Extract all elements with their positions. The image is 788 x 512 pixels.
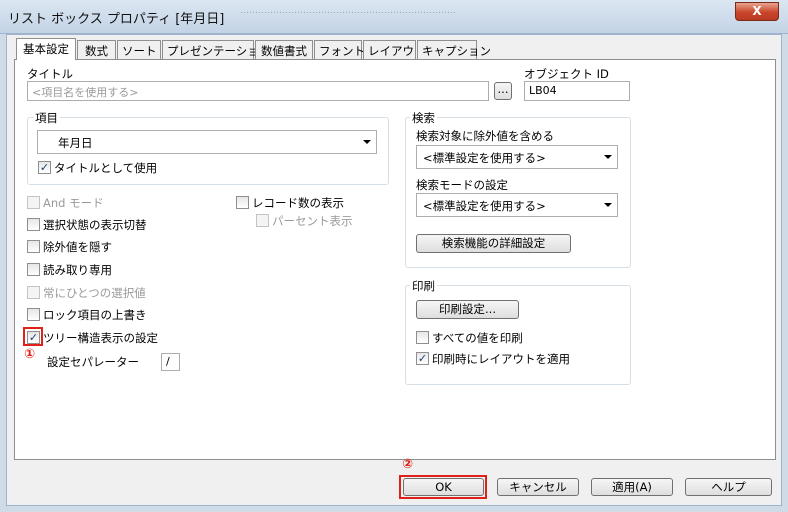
title-background-text: ……………………………………………………………… bbox=[240, 6, 456, 16]
tree-view-label: ツリー構造表示の設定 bbox=[43, 331, 158, 345]
hide-excluded-checkbox[interactable] bbox=[27, 240, 40, 253]
print-all-label: すべての値を印刷 bbox=[432, 331, 523, 345]
print-all-checkbox[interactable] bbox=[416, 331, 429, 344]
show-as-title-label: タイトルとして使用 bbox=[54, 161, 158, 175]
always-one-label: 常にひとつの選択値 bbox=[43, 286, 146, 300]
tab-number-format[interactable]: 数値書式 bbox=[255, 40, 313, 59]
cancel-button[interactable]: キャンセル bbox=[497, 478, 579, 496]
window-title: リスト ボックス プロパティ [年月日] bbox=[8, 12, 225, 27]
layout-on-print-label: 印刷時にレイアウトを適用 bbox=[432, 352, 570, 366]
ok-button[interactable]: OK bbox=[403, 478, 484, 496]
toggle-select-checkbox[interactable] bbox=[27, 218, 40, 231]
advanced-search-button[interactable]: 検索機能の詳細設定 bbox=[416, 234, 571, 253]
close-button[interactable]: X bbox=[735, 2, 779, 21]
toggle-select-label: 選択状態の表示切替 bbox=[43, 218, 147, 232]
read-only-checkbox[interactable] bbox=[27, 263, 40, 276]
title-input[interactable]: <項目名を使用する> bbox=[27, 81, 489, 101]
field-dropdown[interactable]: 年月日 bbox=[37, 130, 377, 154]
field-group-title: 項目 bbox=[33, 110, 60, 126]
object-id-input[interactable]: LB04 bbox=[524, 81, 630, 101]
title-browse-button[interactable]: ... bbox=[494, 82, 512, 100]
show-as-title-checkbox[interactable]: ✓ bbox=[38, 161, 51, 174]
always-one-checkbox[interactable] bbox=[27, 286, 40, 299]
search-include-excluded-dropdown[interactable]: <標準設定を使用する> bbox=[416, 145, 618, 169]
separator-label: 設定セパレーター bbox=[47, 355, 139, 369]
close-icon: X bbox=[752, 4, 762, 18]
search-group-title: 検索 bbox=[410, 110, 437, 126]
tab-sort[interactable]: ソート bbox=[117, 40, 161, 59]
show-frequency-checkbox[interactable] bbox=[236, 196, 249, 209]
tab-layout[interactable]: レイアウト bbox=[363, 40, 426, 59]
percent-checkbox[interactable] bbox=[256, 214, 269, 227]
tab-caption[interactable]: キャプション bbox=[417, 40, 491, 59]
search-mode-dropdown[interactable]: <標準設定を使用する> bbox=[416, 193, 618, 217]
field-dropdown-value: 年月日 bbox=[58, 136, 93, 150]
search-mode-label: 検索モードの設定 bbox=[416, 178, 508, 192]
chevron-down-icon bbox=[363, 140, 371, 144]
title-bar: リスト ボックス プロパティ [年月日] …………………………………………………… bbox=[0, 0, 788, 34]
apply-button[interactable]: 適用(A) bbox=[591, 478, 673, 496]
search-include-excluded-label: 検索対象に除外値を含める bbox=[416, 129, 554, 143]
layout-on-print-checkbox[interactable]: ✓ bbox=[416, 352, 429, 365]
annotation-marker-one: ① bbox=[24, 347, 36, 362]
tab-font[interactable]: フォント bbox=[314, 40, 365, 59]
title-label: タイトル bbox=[27, 67, 73, 81]
separator-input[interactable]: / bbox=[161, 353, 180, 371]
percent-label: パーセント表示 bbox=[272, 214, 353, 228]
print-group-title: 印刷 bbox=[410, 278, 437, 294]
annotation-marker-two: ② bbox=[402, 457, 414, 472]
tab-basic-settings[interactable]: 基本設定 bbox=[16, 38, 76, 60]
hide-excluded-label: 除外値を隠す bbox=[43, 240, 112, 254]
lock-override-label: ロック項目の上書き bbox=[43, 308, 147, 322]
search-mode-value: <標準設定を使用する> bbox=[423, 199, 546, 213]
and-mode-checkbox[interactable] bbox=[27, 196, 40, 209]
show-frequency-label: レコード数の表示 bbox=[252, 196, 344, 210]
and-mode-label: And モード bbox=[43, 196, 104, 210]
tab-presentation[interactable]: プレゼンテーション bbox=[162, 40, 270, 59]
lock-override-checkbox[interactable] bbox=[27, 308, 40, 321]
print-settings-button[interactable]: 印刷設定... bbox=[416, 300, 519, 319]
tab-formula[interactable]: 数式 bbox=[77, 40, 116, 59]
read-only-label: 読み取り専用 bbox=[43, 263, 112, 277]
help-button[interactable]: ヘルプ bbox=[685, 478, 772, 496]
chevron-down-icon bbox=[604, 203, 612, 207]
tree-view-checkbox[interactable]: ✓ bbox=[27, 331, 40, 344]
object-id-label: オブジェクト ID bbox=[524, 67, 609, 81]
search-include-excluded-value: <標準設定を使用する> bbox=[423, 151, 546, 165]
chevron-down-icon bbox=[604, 155, 612, 159]
